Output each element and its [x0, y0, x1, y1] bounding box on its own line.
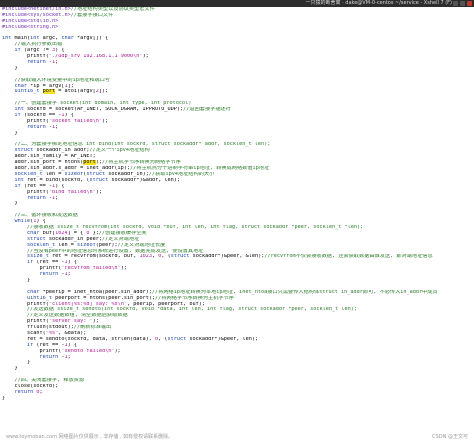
close-icon[interactable]: [467, 1, 472, 6]
window-controls: [453, 0, 472, 6]
window-title: 一只猿的断舍离 · dake@VM-0-centos ~/service - X…: [305, 0, 453, 6]
code-line: }: [2, 395, 6, 401]
maximize-icon[interactable]: [460, 1, 465, 6]
code-editor[interactable]: #include<netinet/in.h>//地址结构类型以及协议类型宏文件 #…: [0, 7, 474, 432]
watermark-left: www.toymoban.com 网络图片仅供展示 , 非存储 , 如有侵权请联…: [6, 434, 174, 440]
minimize-icon[interactable]: [453, 1, 458, 6]
terminal-window: 一只猿的断舍离 · dake@VM-0-centos ~/service - X…: [0, 0, 474, 442]
watermark-right: CSDN @王文可: [432, 434, 468, 440]
title-bar: 一只猿的断舍离 · dake@VM-0-centos ~/service - X…: [0, 0, 474, 7]
